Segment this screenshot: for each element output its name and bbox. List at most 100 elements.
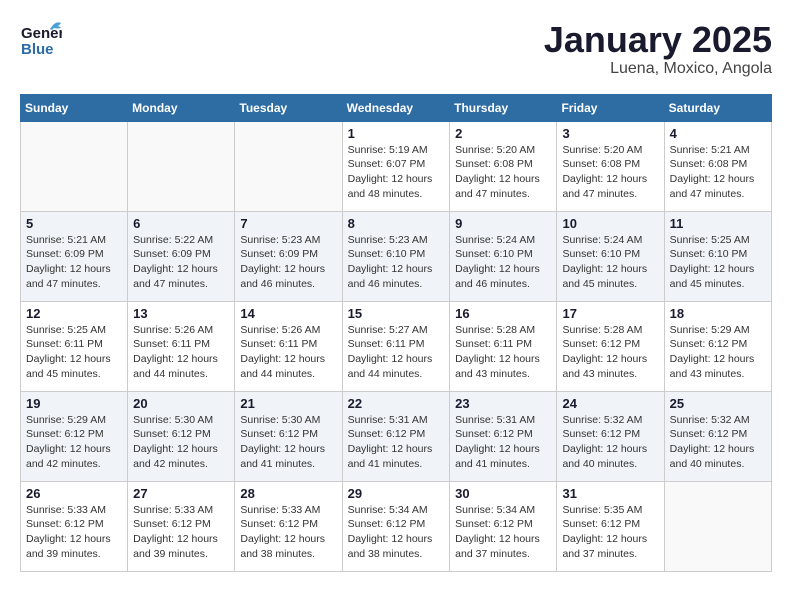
day-number: 11 <box>670 216 766 231</box>
day-number: 20 <box>133 396 229 411</box>
calendar-week-row: 5 Sunrise: 5:21 AM Sunset: 6:09 PM Daylig… <box>21 211 772 301</box>
day-number: 19 <box>26 396 122 411</box>
weekday-header: Tuesday <box>235 94 342 121</box>
calendar-day-cell <box>235 121 342 211</box>
calendar-day-cell: 1 Sunrise: 5:19 AM Sunset: 6:07 PM Daylig… <box>342 121 450 211</box>
day-number: 1 <box>348 126 445 141</box>
day-info: Sunrise: 5:33 AM Sunset: 6:12 PM Dayligh… <box>133 503 229 562</box>
day-info: Sunrise: 5:29 AM Sunset: 6:12 PM Dayligh… <box>26 413 122 472</box>
day-info: Sunrise: 5:21 AM Sunset: 6:08 PM Dayligh… <box>670 143 766 202</box>
day-info: Sunrise: 5:34 AM Sunset: 6:12 PM Dayligh… <box>348 503 445 562</box>
calendar-week-row: 19 Sunrise: 5:29 AM Sunset: 6:12 PM Dayli… <box>21 391 772 481</box>
day-number: 5 <box>26 216 122 231</box>
day-number: 25 <box>670 396 766 411</box>
day-info: Sunrise: 5:22 AM Sunset: 6:09 PM Dayligh… <box>133 233 229 292</box>
day-number: 8 <box>348 216 445 231</box>
day-number: 22 <box>348 396 445 411</box>
day-info: Sunrise: 5:28 AM Sunset: 6:11 PM Dayligh… <box>455 323 551 382</box>
logo: General Blue <box>20 20 62 62</box>
day-number: 28 <box>240 486 336 501</box>
day-number: 13 <box>133 306 229 321</box>
calendar-day-cell: 9Sunrise: 5:24 AM Sunset: 6:10 PM Daylig… <box>450 211 557 301</box>
calendar-day-cell: 10Sunrise: 5:24 AM Sunset: 6:10 PM Dayli… <box>557 211 664 301</box>
calendar-day-cell: 8 Sunrise: 5:23 AM Sunset: 6:10 PM Daylig… <box>342 211 450 301</box>
calendar-day-cell: 16Sunrise: 5:28 AM Sunset: 6:11 PM Dayli… <box>450 301 557 391</box>
day-info: Sunrise: 5:26 AM Sunset: 6:11 PM Dayligh… <box>240 323 336 382</box>
calendar-day-cell: 7 Sunrise: 5:23 AM Sunset: 6:09 PM Daylig… <box>235 211 342 301</box>
calendar-day-cell: 26 Sunrise: 5:33 AM Sunset: 6:12 PM Dayli… <box>21 481 128 571</box>
day-number: 3 <box>562 126 658 141</box>
day-number: 30 <box>455 486 551 501</box>
day-info: Sunrise: 5:21 AM Sunset: 6:09 PM Dayligh… <box>26 233 122 292</box>
day-number: 7 <box>240 216 336 231</box>
day-number: 6 <box>133 216 229 231</box>
calendar-day-cell: 31Sunrise: 5:35 AM Sunset: 6:12 PM Dayli… <box>557 481 664 571</box>
calendar-day-cell: 5 Sunrise: 5:21 AM Sunset: 6:09 PM Daylig… <box>21 211 128 301</box>
day-info: Sunrise: 5:28 AM Sunset: 6:12 PM Dayligh… <box>562 323 658 382</box>
day-info: Sunrise: 5:23 AM Sunset: 6:09 PM Dayligh… <box>240 233 336 292</box>
calendar-week-row: 12 Sunrise: 5:25 AM Sunset: 6:11 PM Dayli… <box>21 301 772 391</box>
calendar-day-cell: 27Sunrise: 5:33 AM Sunset: 6:12 PM Dayli… <box>128 481 235 571</box>
calendar-day-cell: 15Sunrise: 5:27 AM Sunset: 6:11 PM Dayli… <box>342 301 450 391</box>
weekday-header: Thursday <box>450 94 557 121</box>
weekday-header: Wednesday <box>342 94 450 121</box>
day-number: 4 <box>670 126 766 141</box>
calendar-day-cell: 24 Sunrise: 5:32 AM Sunset: 6:12 PM Dayli… <box>557 391 664 481</box>
weekday-header: Monday <box>128 94 235 121</box>
calendar-week-row: 26 Sunrise: 5:33 AM Sunset: 6:12 PM Dayli… <box>21 481 772 571</box>
day-info: Sunrise: 5:30 AM Sunset: 6:12 PM Dayligh… <box>133 413 229 472</box>
weekday-header: Friday <box>557 94 664 121</box>
calendar-day-cell: 25 Sunrise: 5:32 AM Sunset: 6:12 PM Dayli… <box>664 391 771 481</box>
day-number: 23 <box>455 396 551 411</box>
calendar-day-cell: 18 Sunrise: 5:29 AM Sunset: 6:12 PM Dayli… <box>664 301 771 391</box>
calendar-day-cell: 30 Sunrise: 5:34 AM Sunset: 6:12 PM Dayli… <box>450 481 557 571</box>
svg-text:Blue: Blue <box>21 41 54 58</box>
calendar-day-cell: 12 Sunrise: 5:25 AM Sunset: 6:11 PM Dayli… <box>21 301 128 391</box>
day-info: Sunrise: 5:23 AM Sunset: 6:10 PM Dayligh… <box>348 233 445 292</box>
location-title: Luena, Moxico, Angola <box>544 60 772 78</box>
day-info: Sunrise: 5:31 AM Sunset: 6:12 PM Dayligh… <box>455 413 551 472</box>
month-title: January 2025 <box>544 20 772 60</box>
calendar-day-cell: 14Sunrise: 5:26 AM Sunset: 6:11 PM Dayli… <box>235 301 342 391</box>
calendar-day-cell: 21 Sunrise: 5:30 AM Sunset: 6:12 PM Dayli… <box>235 391 342 481</box>
calendar-day-cell: 6 Sunrise: 5:22 AM Sunset: 6:09 PM Daylig… <box>128 211 235 301</box>
day-number: 15 <box>348 306 445 321</box>
day-info: Sunrise: 5:25 AM Sunset: 6:11 PM Dayligh… <box>26 323 122 382</box>
page-header: General Blue January 2025 Luena, Moxico,… <box>20 20 772 78</box>
day-info: Sunrise: 5:24 AM Sunset: 6:10 PM Dayligh… <box>562 233 658 292</box>
calendar-header-row: SundayMondayTuesdayWednesdayThursdayFrid… <box>21 94 772 121</box>
calendar-day-cell: 23 Sunrise: 5:31 AM Sunset: 6:12 PM Dayli… <box>450 391 557 481</box>
calendar-day-cell: 3 Sunrise: 5:20 AM Sunset: 6:08 PM Daylig… <box>557 121 664 211</box>
day-info: Sunrise: 5:33 AM Sunset: 6:12 PM Dayligh… <box>240 503 336 562</box>
calendar-day-cell <box>21 121 128 211</box>
calendar-day-cell: 2Sunrise: 5:20 AM Sunset: 6:08 PM Daylig… <box>450 121 557 211</box>
title-section: January 2025 Luena, Moxico, Angola <box>544 20 772 78</box>
calendar-day-cell: 11 Sunrise: 5:25 AM Sunset: 6:10 PM Dayli… <box>664 211 771 301</box>
calendar-day-cell: 19 Sunrise: 5:29 AM Sunset: 6:12 PM Dayli… <box>21 391 128 481</box>
day-info: Sunrise: 5:33 AM Sunset: 6:12 PM Dayligh… <box>26 503 122 562</box>
day-info: Sunrise: 5:25 AM Sunset: 6:10 PM Dayligh… <box>670 233 766 292</box>
day-number: 26 <box>26 486 122 501</box>
day-info: Sunrise: 5:19 AM Sunset: 6:07 PM Dayligh… <box>348 143 445 202</box>
calendar-day-cell: 28 Sunrise: 5:33 AM Sunset: 6:12 PM Dayli… <box>235 481 342 571</box>
day-info: Sunrise: 5:32 AM Sunset: 6:12 PM Dayligh… <box>670 413 766 472</box>
day-number: 17 <box>562 306 658 321</box>
day-info: Sunrise: 5:34 AM Sunset: 6:12 PM Dayligh… <box>455 503 551 562</box>
day-number: 9 <box>455 216 551 231</box>
calendar-day-cell: 29 Sunrise: 5:34 AM Sunset: 6:12 PM Dayli… <box>342 481 450 571</box>
day-info: Sunrise: 5:20 AM Sunset: 6:08 PM Dayligh… <box>562 143 658 202</box>
calendar-day-cell <box>664 481 771 571</box>
day-info: Sunrise: 5:26 AM Sunset: 6:11 PM Dayligh… <box>133 323 229 382</box>
day-number: 29 <box>348 486 445 501</box>
day-number: 12 <box>26 306 122 321</box>
calendar-day-cell: 13 Sunrise: 5:26 AM Sunset: 6:11 PM Dayli… <box>128 301 235 391</box>
day-number: 24 <box>562 396 658 411</box>
day-info: Sunrise: 5:30 AM Sunset: 6:12 PM Dayligh… <box>240 413 336 472</box>
weekday-header: Saturday <box>664 94 771 121</box>
day-number: 2 <box>455 126 551 141</box>
day-number: 21 <box>240 396 336 411</box>
day-info: Sunrise: 5:32 AM Sunset: 6:12 PM Dayligh… <box>562 413 658 472</box>
day-number: 18 <box>670 306 766 321</box>
calendar-day-cell: 4 Sunrise: 5:21 AM Sunset: 6:08 PM Daylig… <box>664 121 771 211</box>
day-info: Sunrise: 5:29 AM Sunset: 6:12 PM Dayligh… <box>670 323 766 382</box>
